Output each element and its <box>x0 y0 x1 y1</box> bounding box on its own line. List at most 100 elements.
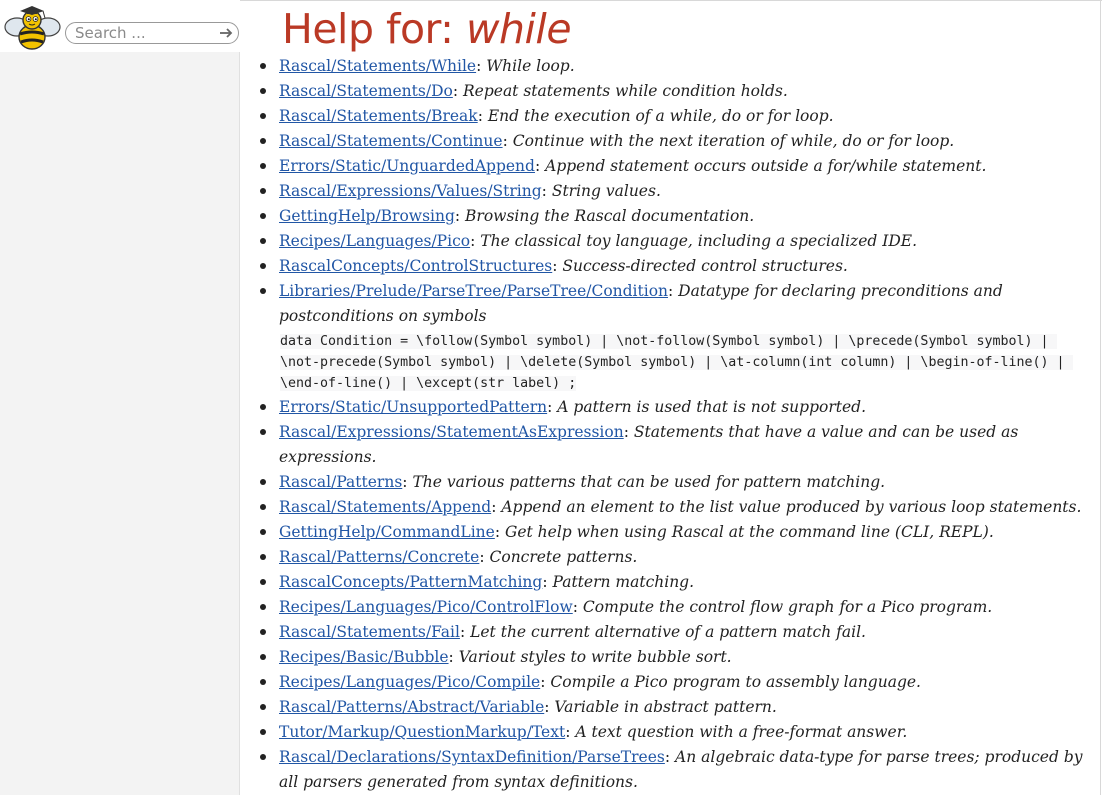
result-item: Rascal/Declarations/SyntaxDefinition/Par… <box>260 745 1089 795</box>
bullet-icon <box>260 529 266 535</box>
result-link[interactable]: GettingHelp/CommandLine <box>279 523 495 541</box>
result-description: Compute the control flow graph for a Pic… <box>582 598 993 616</box>
result-separator: : <box>477 107 488 125</box>
bullet-icon <box>260 188 266 194</box>
result-link[interactable]: Rascal/Statements/Do <box>279 82 453 100</box>
result-item: Rascal/Statements/Append: Append an elem… <box>260 495 1089 520</box>
result-item: Rascal/Statements/While: While loop. <box>260 54 1089 79</box>
bullet-icon <box>260 113 266 119</box>
bullet-icon <box>260 729 266 735</box>
bullet-icon <box>260 629 266 635</box>
result-description: Continue with the next iteration of whil… <box>512 132 955 150</box>
bullet-icon <box>260 404 266 410</box>
bullet-icon <box>260 654 266 660</box>
bullet-icon <box>260 238 266 244</box>
result-link[interactable]: Rascal/Statements/While <box>279 57 476 75</box>
result-separator: : <box>491 498 502 516</box>
result-link[interactable]: Errors/Static/UnsupportedPattern <box>279 398 547 416</box>
result-item: Recipes/Languages/Pico/ControlFlow: Comp… <box>260 595 1089 620</box>
title-query: while <box>466 5 572 53</box>
result-description: Compile a Pico program to assembly langu… <box>550 673 921 691</box>
title-prefix: Help for: <box>282 5 467 53</box>
result-item: Rascal/Expressions/Values/String: String… <box>260 179 1089 204</box>
result-separator: : <box>552 257 563 275</box>
result-description: A pattern is used that is not supported. <box>557 398 867 416</box>
result-description: End the execution of a while, do or for … <box>487 107 834 125</box>
result-item: Rascal/Patterns: The various patterns th… <box>260 470 1089 495</box>
result-item: RascalConcepts/ControlStructures: Succes… <box>260 254 1089 279</box>
arrow-right-icon[interactable] <box>218 25 234 41</box>
result-separator: : <box>572 598 583 616</box>
results-list: Rascal/Statements/While: While loop. Rasc… <box>260 54 1089 795</box>
sidebar-header <box>0 0 240 52</box>
result-link[interactable]: Rascal/Patterns/Concrete <box>279 548 479 566</box>
result-separator: : <box>623 423 634 441</box>
result-item: Recipes/Languages/Pico/Compile: Compile … <box>260 670 1089 695</box>
result-item: Rascal/Statements/Continue: Continue wit… <box>260 129 1089 154</box>
result-link[interactable]: Recipes/Languages/Pico/ControlFlow <box>279 598 573 616</box>
bullet-icon <box>260 163 266 169</box>
sidebar <box>0 0 240 795</box>
result-item: Errors/Static/UnsupportedPattern: A patt… <box>260 395 1089 420</box>
result-item: GettingHelp/CommandLine: Get help when u… <box>260 520 1089 545</box>
result-description: Append an element to the list value prod… <box>501 498 1082 516</box>
result-item: GettingHelp/Browsing: Browsing the Rasca… <box>260 204 1089 229</box>
result-link[interactable]: Rascal/Statements/Break <box>279 107 478 125</box>
result-separator: : <box>479 548 490 566</box>
result-link[interactable]: Rascal/Statements/Continue <box>279 132 503 150</box>
code-text: data Condition = \follow(Symbol symbol) … <box>280 334 1073 391</box>
result-link[interactable]: Tutor/Markup/QuestionMarkup/Text <box>279 723 565 741</box>
result-link[interactable]: Recipes/Languages/Pico <box>279 232 470 250</box>
bullet-icon <box>260 504 266 510</box>
result-separator: : <box>448 648 459 666</box>
result-item: Recipes/Languages/Pico: The classical to… <box>260 229 1089 254</box>
result-description: Pattern matching. <box>552 573 695 591</box>
result-link[interactable]: Rascal/Expressions/StatementAsExpression <box>279 423 624 441</box>
search-input[interactable] <box>75 24 215 42</box>
result-description: String values. <box>551 182 661 200</box>
bullet-icon <box>260 63 266 69</box>
result-description: Success-directed control structures. <box>562 257 848 275</box>
result-separator: : <box>494 523 505 541</box>
result-description: Browsing the Rascal documentation. <box>465 207 755 225</box>
result-link[interactable]: Rascal/Statements/Append <box>279 498 491 516</box>
result-description: Variout styles to write bubble sort. <box>458 648 732 666</box>
bullet-icon <box>260 88 266 94</box>
result-link[interactable]: RascalConcepts/PatternMatching <box>279 573 542 591</box>
result-separator: : <box>547 398 558 416</box>
bullet-icon <box>260 604 266 610</box>
result-link[interactable]: Libraries/Prelude/ParseTree/ParseTree/Co… <box>279 282 668 300</box>
result-separator: : <box>502 132 513 150</box>
result-link[interactable]: GettingHelp/Browsing <box>279 207 455 225</box>
result-item: Recipes/Basic/Bubble: Variout styles to … <box>260 645 1089 670</box>
result-description: Let the current alternative of a pattern… <box>470 623 866 641</box>
result-link[interactable]: Rascal/Patterns <box>279 473 402 491</box>
result-link[interactable]: Rascal/Expressions/Values/String <box>279 182 542 200</box>
result-link[interactable]: Errors/Static/UnguardedAppend <box>279 157 535 175</box>
result-separator: : <box>459 623 471 641</box>
bullet-icon <box>260 138 266 144</box>
result-item: Errors/Static/UnguardedAppend: Append st… <box>260 154 1089 179</box>
result-description: The various patterns that can be used fo… <box>412 473 886 491</box>
result-separator: : <box>544 698 555 716</box>
result-separator: : <box>534 157 546 175</box>
bullet-icon <box>260 213 266 219</box>
result-item: Rascal/Expressions/StatementAsExpression… <box>260 420 1089 470</box>
page-title: Help for: while <box>282 3 572 55</box>
result-description: Concrete patterns. <box>489 548 638 566</box>
result-item: RascalConcepts/PatternMatching: Pattern … <box>260 570 1089 595</box>
bullet-icon <box>260 479 266 485</box>
main-content: Help for: while Rascal/Statements/While:… <box>240 0 1100 795</box>
result-item: Rascal/Statements/Fail: Let the current … <box>260 620 1089 645</box>
result-link[interactable]: RascalConcepts/ControlStructures <box>279 257 552 275</box>
result-separator: : <box>402 473 413 491</box>
result-separator: : <box>668 282 679 300</box>
rascal-bee-logo-icon[interactable] <box>3 3 61 51</box>
result-link[interactable]: Recipes/Languages/Pico/Compile <box>279 673 540 691</box>
result-link[interactable]: Rascal/Declarations/SyntaxDefinition/Par… <box>279 748 665 766</box>
bullet-icon <box>260 288 266 294</box>
result-link[interactable]: Rascal/Patterns/Abstract/Variable <box>279 698 544 716</box>
result-item: Rascal/Statements/Do: Repeat statements … <box>260 79 1089 104</box>
result-link[interactable]: Rascal/Statements/Fail <box>279 623 460 641</box>
result-link[interactable]: Recipes/Basic/Bubble <box>279 648 449 666</box>
